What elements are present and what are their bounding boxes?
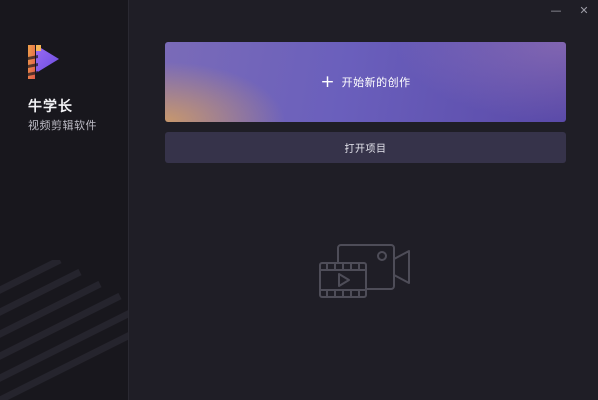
brand-logo-icon xyxy=(28,45,59,79)
decorative-stripes xyxy=(0,260,128,400)
main-panel: + 开始新的创作 打开项目 xyxy=(130,0,598,400)
brand-subtitle: 视频剪辑软件 xyxy=(28,119,97,132)
brand-name: 牛学长 xyxy=(28,99,73,115)
sidebar: 牛学长 视频剪辑软件 xyxy=(0,0,129,400)
new-project-label: 开始新的创作 xyxy=(341,76,411,89)
open-project-button[interactable]: 打开项目 xyxy=(165,132,566,163)
open-project-label: 打开项目 xyxy=(344,144,387,155)
plus-icon: + xyxy=(320,71,335,92)
video-camera-film-icon xyxy=(319,244,410,298)
new-project-button[interactable]: + 开始新的创作 xyxy=(165,42,566,122)
app-window: 牛学长 视频剪辑软件 — ✕ + 开始新的创作 打开项目 xyxy=(0,0,598,400)
